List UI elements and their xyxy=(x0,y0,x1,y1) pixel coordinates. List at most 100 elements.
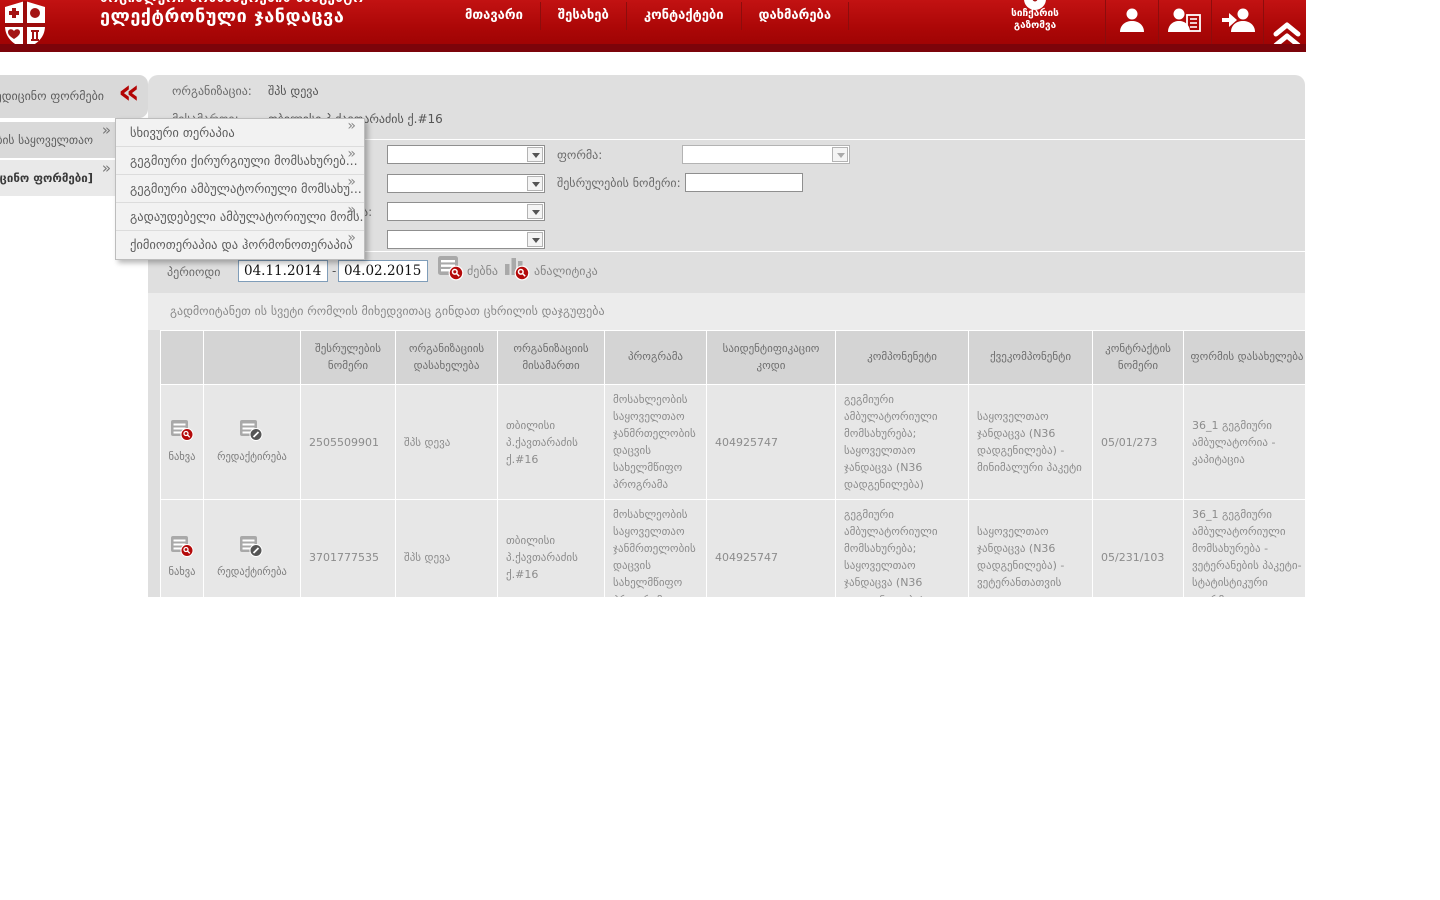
col-id-code[interactable]: საიდენტიფიკაციო კოდი xyxy=(707,331,836,385)
cell-program: მოსახლეობის საყოველთაო ჯანმრთელობის დაცვ… xyxy=(605,500,707,597)
search-docs-icon[interactable] xyxy=(437,255,464,285)
sidebar-item-universal[interactable]: მოსახლეობის საყოველთაო » xyxy=(0,122,115,158)
edit-row-button[interactable]: რედაქტირება xyxy=(217,535,287,580)
table-row: ნახვა xyxy=(161,500,1306,597)
view-label: ნახვა xyxy=(168,564,195,580)
chevron-right-icon: » xyxy=(347,119,356,140)
flyout-item-label: გეგმიური ამბულატორიული მომსახუ... xyxy=(130,181,362,196)
col-number[interactable]: შესრულების ნომერი xyxy=(301,331,396,385)
main-nav: მთავარი შესახებ კონტაქტები დახმარება xyxy=(448,2,849,30)
col-component[interactable]: კომპონენეტი xyxy=(836,331,969,385)
flyout-menu: სხივური თერაპია » გეგმიური ქირურგიული მო… xyxy=(115,118,365,260)
sidebar-item-label: მოსახლეობის საყოველთაო xyxy=(0,133,93,147)
flyout-item-label: გეგმიური ქირურგიული მომსახურებ... xyxy=(130,153,358,168)
flyout-item-planned-ambulatory[interactable]: გეგმიური ამბულატორიული მომსახუ... » xyxy=(116,175,364,203)
user-records-button[interactable] xyxy=(1158,0,1211,44)
col-org-address[interactable]: ორგანიზაციის მისამართი xyxy=(498,331,605,385)
nav-item-about[interactable]: შესახებ xyxy=(540,2,626,30)
chevron-right-icon: » xyxy=(102,160,111,177)
cell-code: 404925747 xyxy=(707,500,836,597)
filter-select-4[interactable] xyxy=(387,230,545,249)
filter-select-2[interactable] xyxy=(387,174,545,193)
edit-row-button[interactable]: რედაქტირება xyxy=(217,419,287,464)
col-contract[interactable]: კონტრაქტის ნომერი xyxy=(1093,331,1184,385)
cell-number: 2505509901 xyxy=(301,385,396,500)
user-profile-button[interactable] xyxy=(1105,0,1158,44)
filter-select-3[interactable] xyxy=(387,202,545,221)
view-label: ნახვა xyxy=(168,449,195,465)
analytics-icon[interactable] xyxy=(503,255,530,285)
view-row-button[interactable]: ნახვა xyxy=(168,535,195,580)
sidebar-item-label: [სამედიცინო ფორმები] xyxy=(0,171,93,185)
nav-item-help[interactable]: დახმარება xyxy=(741,2,849,30)
sidebar-item-forms[interactable]: [სამედიცინო ფორმები] » xyxy=(0,160,115,196)
dropdown-arrow-icon[interactable] xyxy=(527,232,543,247)
flyout-item-surgery[interactable]: გეგმიური ქირურგიული მომსახურებ... » xyxy=(116,147,364,175)
dropdown-arrow-icon[interactable] xyxy=(527,176,543,191)
flyout-item-chemotherapy[interactable]: ქიმიოთერაპია და ჰორმონოთერაპია » xyxy=(116,231,364,259)
user-login-icon xyxy=(1221,5,1255,39)
period-label: პერიოდი xyxy=(167,265,220,279)
speed-test-label-2: გაზომვა xyxy=(990,20,1080,32)
nav-item-contacts[interactable]: კონტაქტები xyxy=(626,2,741,30)
dropdown-arrow-icon[interactable] xyxy=(832,147,848,162)
flyout-item-radiation[interactable]: სხივური თერაპია » xyxy=(116,119,364,147)
doc-edit-icon xyxy=(239,432,264,445)
dropdown-arrow-icon[interactable] xyxy=(527,147,543,162)
nav-item-home[interactable]: მთავარი xyxy=(448,2,540,30)
organization-value: შპს დევა xyxy=(268,84,319,98)
cell-form: 36_1 გეგმიური ამბულატორია - კაპიტაცია xyxy=(1184,385,1306,500)
flyout-item-label: ქიმიოთერაპია და ჰორმონოთერაპია xyxy=(130,237,353,252)
col-form-name[interactable]: ფორმის დასახელება xyxy=(1184,331,1306,385)
cell-form: 36_1 გეგმიური ამბულატორიული მომსახურება … xyxy=(1184,500,1306,597)
cell-component: გეგმიური ამბულატორიული მომსახურება; საყო… xyxy=(836,500,969,597)
speed-test[interactable]: სიჩქარის გაზომვა xyxy=(990,0,1080,24)
header-bottom-strip xyxy=(0,44,1306,52)
app-title: სოციალური მომსახურების სააგენტო ელექტრონ… xyxy=(100,0,364,27)
edit-label: რედაქტირება xyxy=(217,564,287,580)
col-edit xyxy=(204,331,301,385)
results-grid: შესრულების ნომერი ორგანიზაციის დასახელებ… xyxy=(160,330,1305,597)
speed-test-label-1: სიჩქარის xyxy=(990,8,1080,20)
cell-number: 3701777535 xyxy=(301,500,396,597)
execution-number-input[interactable] xyxy=(685,173,803,192)
dropdown-arrow-icon[interactable] xyxy=(527,204,543,219)
header-icon-group xyxy=(1105,0,1264,44)
chevron-right-icon: » xyxy=(102,122,111,139)
cell-contract: 05/01/273 xyxy=(1093,385,1184,500)
cell-subcomponent: საყოველთაო ჯანდაცვა (N36 დადგენილება) - … xyxy=(969,500,1093,597)
col-subcomponent[interactable]: ქვეკომპონენტი xyxy=(969,331,1093,385)
grid-header-row: შესრულების ნომერი ორგანიზაციის დასახელებ… xyxy=(161,331,1306,385)
col-program[interactable]: პროგრამა xyxy=(605,331,707,385)
filter-select-1[interactable] xyxy=(387,145,545,164)
user-list-icon xyxy=(1168,5,1202,39)
date-to-input[interactable] xyxy=(338,260,428,282)
app-header: სოციალური მომსახურების სააგენტო ელექტრონ… xyxy=(0,0,1306,52)
cell-subcomponent: საყოველთაო ჯანდაცვა (N36 დადგენილება) - … xyxy=(969,385,1093,500)
date-from-input[interactable] xyxy=(238,260,328,282)
flyout-item-emergency-ambulatory[interactable]: გადაუდებელი ამბულატორიული მომს... » xyxy=(116,203,364,231)
cell-code: 404925747 xyxy=(707,385,836,500)
flyout-item-label: გადაუდებელი ამბულატორიული მომს... xyxy=(130,209,364,224)
edit-label: რედაქტირება xyxy=(217,449,287,465)
chevron-right-icon: » xyxy=(347,147,356,168)
chevron-right-icon: » xyxy=(347,175,356,196)
sidebar-header-label: სამედიცინო ფორმები xyxy=(0,89,104,103)
cell-contract: 05/231/103 xyxy=(1093,500,1184,597)
chevron-right-icon: » xyxy=(347,231,356,252)
analytics-button[interactable]: ანალიტიკა xyxy=(534,264,598,278)
cell-component: გეგმიური ამბულატორიული მომსახურება; საყო… xyxy=(836,385,969,500)
search-button[interactable]: ძებნა xyxy=(467,264,498,278)
col-org-name[interactable]: ორგანიზაციის დასახელება xyxy=(396,331,498,385)
table-row: ნახვა xyxy=(161,385,1306,500)
execution-number-label: შესრულების ნომერი: xyxy=(557,176,681,190)
doc-edit-icon xyxy=(239,548,264,561)
organization-label: ორგანიზაცია: xyxy=(172,84,252,98)
form-select[interactable] xyxy=(682,145,850,164)
group-drop-zone[interactable]: გადმოიტანეთ ის სვეტი რომლის მიხედვითაც გ… xyxy=(148,293,1305,330)
cell-org: შპს დევა xyxy=(396,500,498,597)
login-button[interactable] xyxy=(1211,0,1264,44)
cell-address: თბილისი პ.ქავთარაძის ქ.#16 xyxy=(498,385,605,500)
sidebar-collapse-icon[interactable]: « xyxy=(118,75,140,114)
view-row-button[interactable]: ნახვა xyxy=(168,419,195,464)
